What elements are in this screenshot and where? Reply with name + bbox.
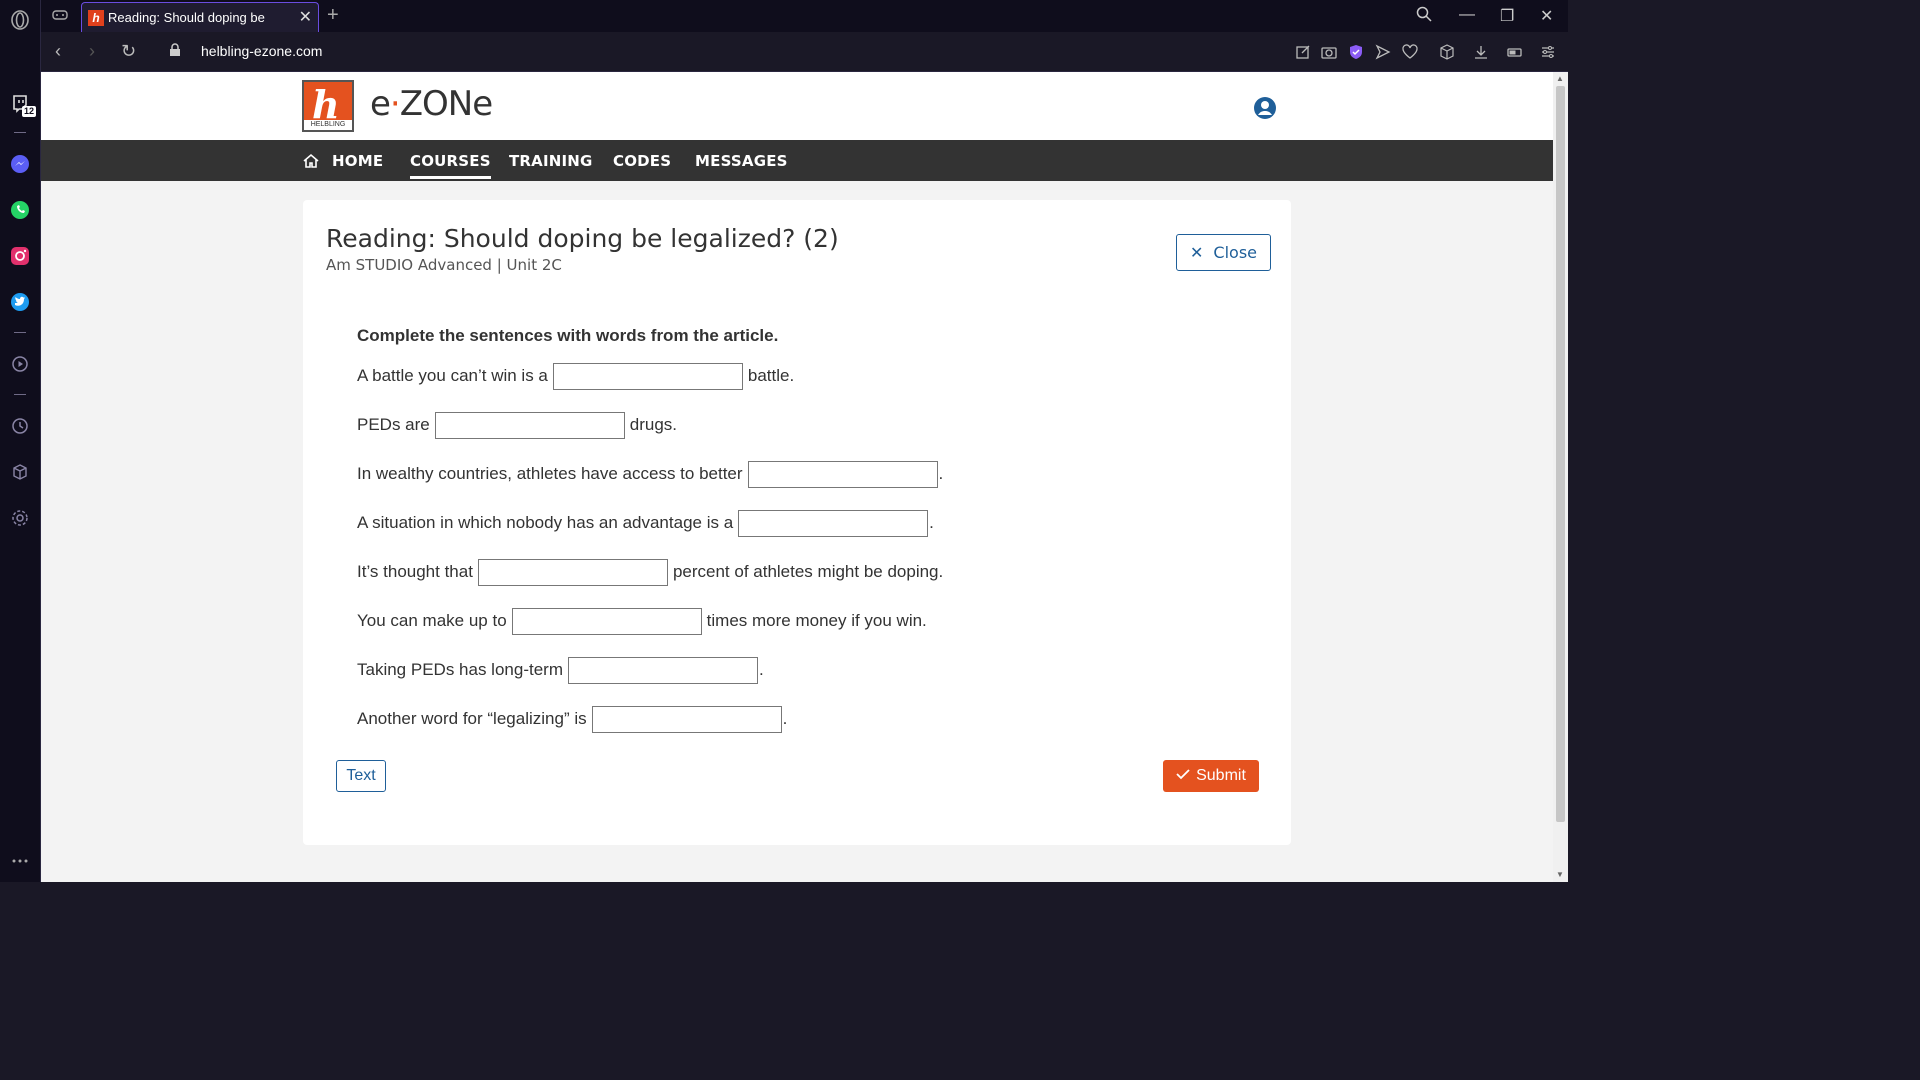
gap-input-8[interactable]: [591, 705, 782, 733]
battery-icon[interactable]: [1507, 44, 1523, 60]
sentence-row: A situation in which nobody has an advan…: [357, 509, 934, 537]
page-viewport: h HELBLING e·ZONe HOME COURSES TRAINING …: [41, 72, 1553, 882]
sentence-before: In wealthy countries, athletes have acce…: [357, 464, 743, 483]
settings-gear-icon[interactable]: [9, 507, 31, 529]
player-icon[interactable]: [9, 353, 31, 375]
tab-close-icon[interactable]: ✕: [299, 9, 312, 26]
forward-icon[interactable]: ›: [89, 42, 95, 60]
nav-codes[interactable]: CODES: [613, 152, 671, 170]
nav-messages[interactable]: MESSAGES: [695, 152, 788, 170]
reload-icon[interactable]: ↻: [121, 42, 136, 60]
history-icon[interactable]: [9, 415, 31, 437]
sentence-before: It’s thought that: [357, 562, 473, 581]
download-icon[interactable]: [1473, 44, 1489, 60]
gap-input-1[interactable]: [552, 362, 743, 390]
browser-sidebar: 12: [0, 0, 41, 882]
sentence-after: .: [758, 660, 764, 679]
sentence-before: You can make up to: [357, 611, 507, 630]
ezone-logo[interactable]: e·ZONe: [370, 84, 493, 124]
sentence-after: times more money if you win.: [706, 611, 927, 630]
minimize-icon[interactable]: —: [1459, 6, 1475, 24]
exercise-instruction: Complete the sentences with words from t…: [357, 326, 779, 345]
gx-game-icon[interactable]: [52, 8, 68, 27]
heart-icon[interactable]: [1402, 44, 1418, 60]
nav-home[interactable]: HOME: [332, 152, 383, 170]
address-bar: ‹ › ↻ helbling-ezone.com: [41, 32, 1568, 72]
nav-courses[interactable]: COURSES: [410, 152, 491, 179]
sentence-before: Another word for “legalizing” is: [357, 709, 587, 728]
sentence-row: In wealthy countries, athletes have acce…: [357, 460, 943, 488]
sentence-after: drugs.: [629, 415, 677, 434]
sentence-row: PEDs are drugs.: [357, 411, 677, 439]
sentence-after: .: [938, 464, 944, 483]
instagram-icon[interactable]: [9, 245, 31, 267]
vpn-shield-icon[interactable]: [1348, 44, 1364, 60]
sentence-before: A situation in which nobody has an advan…: [357, 513, 734, 532]
exercise-card: Reading: Should doping be legalized? (2)…: [303, 200, 1291, 845]
sentence-before: Taking PEDs has long-term: [357, 660, 563, 679]
home-icon[interactable]: [302, 152, 320, 170]
tab-active[interactable]: h Reading: Should doping be legalized? (…: [81, 2, 319, 32]
sentence-row: A battle you can’t win is a battle.: [357, 362, 794, 390]
gap-input-2[interactable]: [434, 411, 625, 439]
send-icon[interactable]: [1375, 44, 1391, 60]
twitter-icon[interactable]: [9, 291, 31, 313]
sentence-after: percent of athletes might be doping.: [672, 562, 944, 581]
tab-bar: h Reading: Should doping be legalized? (…: [41, 0, 1568, 32]
gap-input-5[interactable]: [477, 558, 668, 586]
sentence-row: Taking PEDs has long-term .: [357, 656, 764, 684]
cube-icon[interactable]: [1439, 44, 1455, 60]
sentence-row: Another word for “legalizing” is .: [357, 705, 787, 733]
messenger-icon[interactable]: [9, 153, 31, 175]
exercise-title: Reading: Should doping be legalized? (2): [326, 224, 839, 253]
submit-button[interactable]: Submit: [1163, 760, 1259, 792]
page-scrollbar[interactable]: ▲ ▼: [1553, 72, 1568, 882]
scroll-up-icon[interactable]: ▲: [1556, 74, 1564, 83]
extensions-cube-icon[interactable]: [9, 461, 31, 483]
gap-input-7[interactable]: [567, 656, 758, 684]
more-icon[interactable]: [9, 850, 31, 872]
search-tabs-icon[interactable]: [1416, 6, 1432, 27]
sentence-after: battle.: [747, 366, 795, 385]
text-button[interactable]: Text: [336, 760, 386, 792]
sidebar-divider: [14, 132, 26, 133]
new-tab-icon[interactable]: +: [327, 5, 339, 25]
gap-input-4[interactable]: [738, 509, 929, 537]
lock-icon: [169, 43, 181, 62]
helbling-favicon-icon: h: [88, 9, 104, 26]
user-account-icon[interactable]: [1253, 96, 1277, 120]
easy-setup-icon[interactable]: [1540, 44, 1556, 60]
sentence-before: A battle you can’t win is a: [357, 366, 548, 385]
gap-input-6[interactable]: [511, 607, 702, 635]
sidebar-divider: [14, 394, 26, 395]
site-header: h HELBLING e·ZONe: [41, 72, 1553, 140]
helbling-logo[interactable]: h HELBLING: [302, 80, 354, 132]
scroll-down-icon[interactable]: ▼: [1556, 870, 1564, 879]
sentence-row: You can make up to times more money if y…: [357, 607, 927, 635]
url-field[interactable]: helbling-ezone.com: [201, 43, 322, 59]
sentence-after: .: [782, 709, 788, 728]
main-navbar: HOME COURSES TRAINING CODES MESSAGES: [41, 140, 1553, 181]
opera-logo-icon[interactable]: [9, 9, 31, 31]
back-icon[interactable]: ‹: [55, 42, 61, 60]
close-icon: ✕: [1190, 243, 1204, 262]
sidebar-divider: [14, 332, 26, 333]
tab-title: Reading: Should doping be legalized? (2)…: [108, 10, 268, 25]
exercise-subtitle: Am STUDIO Advanced | Unit 2C: [326, 256, 562, 274]
camera-icon[interactable]: [1321, 44, 1337, 60]
restore-icon[interactable]: ❐: [1500, 6, 1514, 26]
edit-icon[interactable]: [1295, 44, 1311, 60]
window-close-icon[interactable]: ✕: [1540, 6, 1553, 26]
gap-input-3[interactable]: [747, 460, 938, 488]
close-button[interactable]: ✕ Close: [1176, 234, 1271, 271]
sentence-after: .: [929, 513, 934, 532]
sentence-row: It’s thought that percent of athletes mi…: [357, 558, 943, 586]
check-icon: [1176, 767, 1190, 785]
twitch-badge: 12: [22, 106, 37, 117]
sentence-before: PEDs are: [357, 415, 430, 434]
nav-training[interactable]: TRAINING: [509, 152, 593, 170]
scroll-thumb[interactable]: [1556, 86, 1565, 822]
whatsapp-icon[interactable]: [9, 199, 31, 221]
